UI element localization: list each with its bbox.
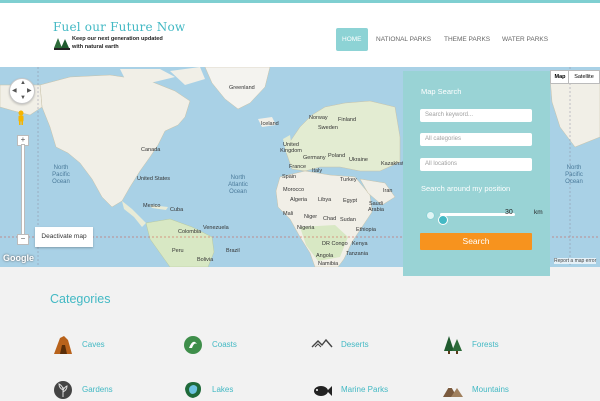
site-tagline: Keep our next generation updated with na…	[72, 36, 163, 50]
pan-up-icon[interactable]: ▲	[20, 80, 26, 86]
map-label-brazil: Brazil	[226, 248, 240, 254]
map-label-bolivia: Bolivia	[197, 257, 214, 263]
radius-value: 30	[505, 209, 513, 216]
category-label: Caves	[82, 340, 105, 349]
garden-icon	[54, 381, 72, 399]
map-label-colombia: Colombia	[178, 229, 202, 235]
map-zoom-out-button[interactable]: −	[17, 234, 29, 245]
map-label-sudan: Sudan	[340, 217, 356, 223]
radius-unit: km	[534, 209, 543, 216]
locations-select[interactable]: All locations	[420, 158, 532, 171]
map-label-saudi-arabia: Saudi Arabia	[368, 201, 384, 213]
nav-item-water-parks[interactable]: WATER PARKS	[502, 28, 548, 51]
map-label-germany: Germany	[303, 155, 326, 161]
category-label: Forests	[472, 340, 499, 349]
map-label-north-pacific: North Pacific Ocean	[52, 165, 70, 185]
map-label-poland: Poland	[328, 153, 346, 159]
map-label-mali: Mali	[283, 211, 294, 217]
forest-icon	[444, 336, 462, 354]
map-label-iran: Iran	[383, 188, 393, 194]
map-label-united-kingdom: United Kingdom	[280, 142, 302, 154]
search-button[interactable]: Search	[420, 233, 532, 250]
radius-slider[interactable]	[438, 213, 515, 225]
map-label-united-states: United States	[137, 176, 171, 182]
categories-select[interactable]: All categories	[420, 133, 532, 146]
radius-range-control: 30 km	[420, 208, 543, 225]
map-label-tanzania: Tanzania	[346, 251, 369, 257]
category-label: Deserts	[341, 340, 369, 349]
site-header: Fuel our Future Now Keep our next genera…	[0, 3, 600, 67]
tree-logo-icon	[54, 38, 70, 50]
google-logo: Google	[3, 253, 34, 263]
map-zoom-slider[interactable]	[21, 144, 25, 236]
map-label-peru: Peru	[172, 248, 184, 254]
categories-title: Categories	[50, 292, 111, 306]
map-label-venezuela: Venezuela	[203, 225, 229, 231]
map-label-cuba: Cuba	[170, 207, 184, 213]
nav-item-home[interactable]: HOME	[336, 28, 368, 51]
map-label-iceland: Iceland	[261, 121, 279, 127]
map-label-mexico: Mexico	[143, 203, 161, 209]
pan-right-icon[interactable]: ▶	[27, 87, 32, 94]
fish-icon	[314, 386, 332, 396]
map-label-sweden: Sweden	[318, 125, 338, 131]
map-label-norway: Norway	[309, 115, 328, 121]
search-around-label: Search around my position	[421, 184, 511, 193]
map-pan-control[interactable]: ▲ ▼ ◀ ▶	[9, 78, 35, 104]
street-view-pegman-icon[interactable]	[17, 110, 25, 126]
pan-down-icon[interactable]: ▼	[20, 95, 26, 101]
map-label-north-pacific-right: North Pacific Ocean	[565, 165, 583, 185]
deactivate-map-button[interactable]: Deactivate map	[35, 227, 93, 247]
map-label-angola: Angola	[316, 253, 334, 259]
pan-left-icon[interactable]: ◀	[12, 87, 17, 94]
map-search-title: Map Search	[421, 87, 462, 96]
category-label: Marine Parks	[341, 385, 389, 394]
category-label: Gardens	[82, 385, 113, 394]
map-label-canada: Canada	[141, 147, 161, 153]
map-label-greenland: Greenland	[229, 85, 255, 91]
map-label-libya: Libya	[318, 197, 332, 203]
map-label-algeria: Algeria	[290, 197, 308, 203]
map-label-italy: Italy	[312, 168, 323, 174]
map-label-chad: Chad	[323, 216, 337, 222]
map-label-north-atlantic: North Atlantic Ocean	[228, 175, 248, 195]
map-label-morocco: Morocco	[283, 187, 305, 193]
lake-icon	[185, 382, 201, 398]
report-map-error-link[interactable]: Report a map error	[554, 258, 597, 264]
map-type-satellite-button[interactable]: Satellite	[568, 70, 600, 84]
map-type-map-button[interactable]: Map	[550, 70, 570, 84]
search-keyword-input[interactable]: Search keyword...	[420, 109, 532, 122]
map-label-kenya: Kenya	[352, 241, 368, 247]
radius-slider-handle[interactable]	[438, 215, 448, 225]
map-label-nigeria: Nigeria	[297, 225, 315, 231]
cave-icon	[54, 336, 72, 354]
coast-icon	[184, 336, 202, 354]
category-label: Coasts	[212, 340, 237, 349]
site-logo-title[interactable]: Fuel our Future Now	[53, 20, 185, 34]
map-search-panel: Map Search Search keyword... All categor…	[403, 71, 550, 276]
map-label-turkey: Turkey	[340, 177, 357, 183]
map-label-finland: Finland	[338, 117, 357, 123]
map-label-ukraine: Ukraine	[349, 157, 368, 163]
map-label-ethiopia: Ethiopia	[356, 227, 376, 233]
desert-icon	[311, 338, 333, 348]
geolocation-toggle-icon[interactable]	[426, 211, 435, 220]
map-label-drc: DR Congo	[322, 241, 348, 247]
category-label: Mountains	[472, 385, 509, 394]
nav-item-theme-parks[interactable]: THEME PARKS	[444, 28, 490, 51]
mountain-icon	[443, 385, 463, 397]
map-label-namibia: Namibia	[318, 261, 339, 267]
nav-item-national-parks[interactable]: NATIONAL PARKS	[376, 28, 431, 51]
map-label-france: France	[289, 164, 307, 170]
map-label-egypt: Egypt	[343, 198, 358, 204]
category-label: Lakes	[212, 385, 234, 394]
map-label-niger: Niger	[304, 214, 318, 220]
map-label-spain: Spain	[282, 174, 297, 180]
